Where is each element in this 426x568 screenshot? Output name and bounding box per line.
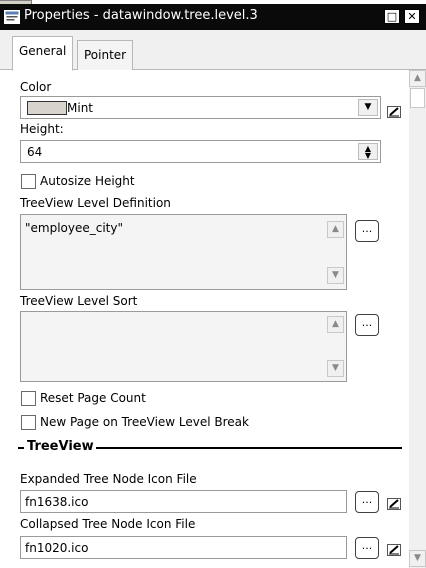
level-definition-textarea[interactable]: "employee_city" ▲ ▼ [20, 214, 347, 290]
vertical-scrollbar[interactable] [409, 70, 426, 568]
spin-updown-icon[interactable]: ▲ ▼ [358, 143, 378, 160]
restore-button[interactable]: □ [384, 9, 400, 24]
expanded-icon-label: Expanded Tree Node Icon File [20, 472, 197, 486]
expression-button-icon[interactable] [387, 498, 401, 510]
height-label: Height: [20, 122, 64, 136]
expanded-icon-browse-button[interactable]: ... [355, 491, 379, 513]
expanded-icon-input[interactable]: fn1638.ico [20, 490, 347, 513]
reset-page-count-label: Reset Page Count [40, 391, 146, 405]
scroll-down-arrow-icon[interactable]: ▼ [409, 550, 426, 567]
tab-general[interactable]: General [12, 36, 74, 71]
close-button[interactable]: ✕ [404, 9, 420, 24]
collapsed-icon-value: fn1020.ico [25, 541, 89, 555]
autosize-height-checkbox[interactable] [21, 174, 36, 189]
level-definition-label: TreeView Level Definition [20, 196, 171, 210]
collapsed-icon-label: Collapsed Tree Node Icon File [20, 517, 196, 531]
scroll-up-arrow-icon[interactable]: ▲ [327, 221, 344, 238]
section-divider [96, 447, 402, 449]
chevron-down-icon[interactable]: ▼ [358, 99, 378, 116]
height-value: 64 [27, 145, 43, 159]
scroll-down-arrow-icon[interactable]: ▼ [327, 360, 344, 377]
expression-button-icon[interactable] [387, 106, 401, 118]
color-value: Mint [67, 101, 93, 115]
color-swatch [27, 101, 67, 115]
title-bar[interactable]: Properties - datawindow.tree.level.3 □ ✕ [0, 4, 426, 30]
color-label: Color [20, 80, 52, 94]
level-definition-value: "employee_city" [25, 221, 124, 235]
level-definition-browse-button[interactable]: ... [355, 220, 379, 242]
reset-page-count-checkbox[interactable] [21, 391, 36, 406]
window-title: Properties - datawindow.tree.level.3 [24, 8, 258, 23]
scroll-up-arrow-icon[interactable]: ▲ [327, 316, 344, 333]
tab-pointer[interactable]: Pointer [77, 40, 134, 70]
autosize-height-label: Autosize Height [40, 174, 135, 188]
expression-button-icon[interactable] [387, 544, 401, 556]
new-page-label: New Page on TreeView Level Break [40, 415, 249, 429]
expanded-icon-value: fn1638.ico [25, 495, 89, 509]
scrollbar-thumb[interactable] [410, 88, 425, 108]
scroll-down-arrow-icon[interactable]: ▼ [327, 267, 344, 284]
collapsed-icon-browse-button[interactable]: ... [355, 537, 379, 559]
section-dash [18, 447, 24, 449]
level-sort-label: TreeView Level Sort [20, 294, 138, 308]
section-title: TreeView [27, 439, 94, 454]
level-sort-browse-button[interactable]: ... [355, 314, 379, 336]
new-page-checkbox[interactable] [21, 415, 36, 430]
scroll-up-arrow-icon[interactable]: ▲ [409, 70, 426, 87]
properties-window-icon [4, 10, 20, 24]
level-sort-textarea[interactable]: ▲ ▼ [20, 311, 347, 382]
height-input[interactable]: 64 ▲ ▼ [20, 140, 381, 163]
color-dropdown[interactable]: Mint ▼ [20, 96, 381, 119]
collapsed-icon-input[interactable]: fn1020.ico [20, 536, 347, 559]
